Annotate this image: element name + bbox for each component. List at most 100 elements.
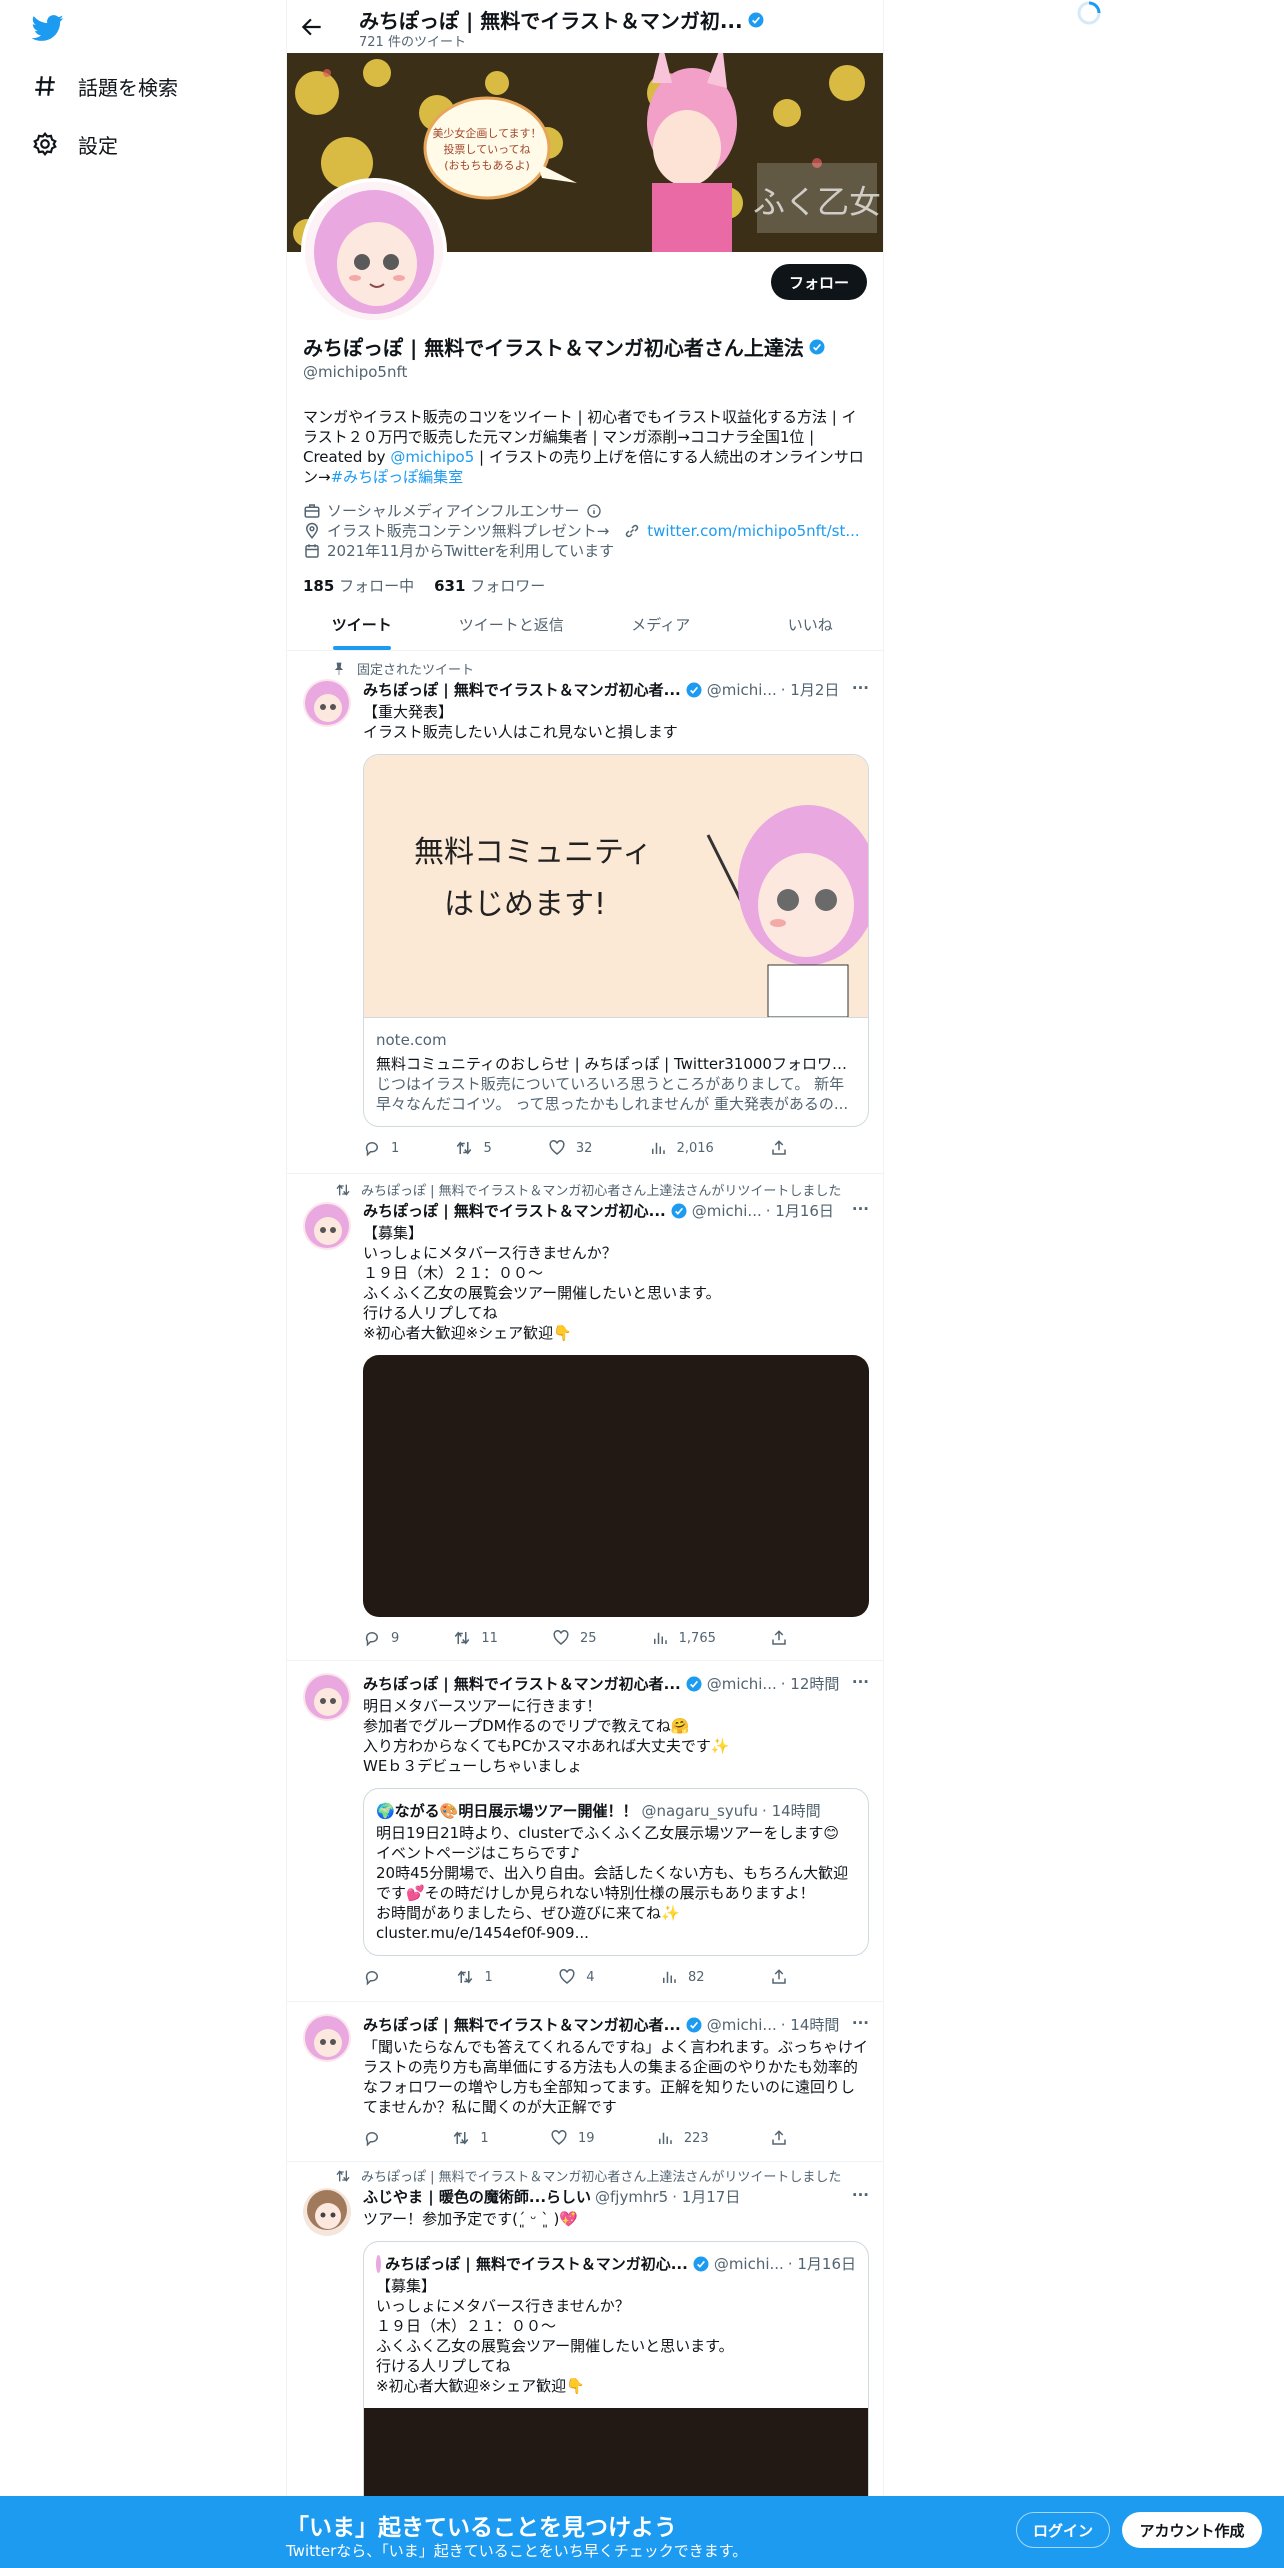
- profile-name-text: みちぽっぽ | 無料でイラスト＆マンガ初心者さん上達法: [303, 336, 804, 360]
- like-button[interactable]: 19: [550, 2129, 594, 2147]
- info-icon[interactable]: [585, 502, 603, 520]
- author-handle[interactable]: @fjymhr5: [595, 2188, 668, 2206]
- calendar-icon: [305, 544, 319, 558]
- tweet-body: みちぽっぽ | 無料でイラスト＆マンガ初心者... @michi... · 14…: [363, 2014, 869, 2147]
- author-handle[interactable]: @michi...: [707, 1675, 777, 1693]
- tweet-time[interactable]: · 12時間: [781, 1673, 840, 1694]
- header-title-text: みちぽっぽ | 無料でイラスト＆マンガ初...: [359, 9, 743, 33]
- retweet-count: 5: [483, 1140, 492, 1156]
- tweet-actions: 1 5 32 2,016: [363, 1139, 788, 1157]
- retweet-button[interactable]: 11: [453, 1629, 498, 1647]
- profile-handle: @michipo5nft: [303, 363, 408, 381]
- like-button[interactable]: 32: [548, 1139, 592, 1157]
- tweet-retweet-1[interactable]: みちぽっぽ | 無料でイラスト＆マンガ初心者さん上達法さんがリツイートしました …: [287, 1174, 883, 1661]
- followers-link[interactable]: 631 フォロワー: [434, 575, 545, 596]
- nav-settings[interactable]: 設定: [32, 124, 118, 164]
- link-card[interactable]: 無料コミュニティ はじめます! note.com 無料コミュニティのおしらせ |…: [363, 754, 869, 1127]
- quote-text: 【募集】 いっしょにメタバース行きませんか？ １９日（木）２１：００～ ふくふく…: [376, 2277, 734, 2395]
- tweet-text-only[interactable]: みちぽっぽ | 無料でイラスト＆マンガ初心者... @michi... · 14…: [287, 2002, 883, 2162]
- more-options-icon[interactable]: ···: [852, 679, 869, 697]
- tab-media[interactable]: メディア: [586, 598, 736, 650]
- joined-row: 2021年11月からTwitterを利用しています: [303, 541, 869, 561]
- tweet-time[interactable]: · 1月17日: [672, 2186, 740, 2207]
- profile-bio: マンガやイラスト販売のコツをツイート | 初心者でもイラスト収益化する方法 | …: [303, 407, 869, 487]
- share-button[interactable]: [770, 1139, 788, 1157]
- share-button[interactable]: [770, 2129, 788, 2147]
- header-title: みちぽっぽ | 無料でイラスト＆マンガ初...: [359, 5, 765, 34]
- reply-button[interactable]: [363, 1968, 391, 1986]
- tweet-quote-1[interactable]: みちぽっぽ | 無料でイラスト＆マンガ初心者... @michi... · 12…: [287, 1661, 883, 2002]
- back-arrow-icon[interactable]: [299, 14, 325, 40]
- bio-mention-link[interactable]: @michipo5: [390, 448, 474, 466]
- tweet-count: 721 件のツイート: [359, 35, 466, 50]
- login-button[interactable]: ログイン: [1016, 2512, 1110, 2548]
- reply-button[interactable]: [363, 2129, 391, 2147]
- retweet-button[interactable]: 5: [455, 1139, 492, 1157]
- author-name[interactable]: みちぽっぽ | 無料でイラスト＆マンガ初心...: [363, 1200, 666, 1221]
- more-options-icon[interactable]: ···: [852, 2014, 869, 2032]
- like-button[interactable]: 25: [552, 1629, 597, 1647]
- tweet-avatar[interactable]: [303, 679, 351, 727]
- retweet-icon: [336, 2169, 350, 2182]
- analytics-bar-icon: [662, 1971, 676, 1983]
- retweet-button[interactable]: 1: [452, 2129, 489, 2147]
- author-handle[interactable]: @michi...: [707, 681, 777, 699]
- gear-icon: [33, 131, 57, 157]
- more-options-icon[interactable]: ···: [852, 1673, 869, 1691]
- author-handle[interactable]: @michi...: [692, 1202, 762, 1220]
- views-button[interactable]: 2,016: [649, 1139, 714, 1157]
- reply-count: 1: [391, 1140, 400, 1156]
- follow-button[interactable]: フォロー: [770, 264, 867, 300]
- like-button[interactable]: 4: [558, 1968, 595, 1986]
- tweet-avatar[interactable]: [303, 2188, 351, 2236]
- location-row: イラスト販売コンテンツ無料プレゼント→ twitter.com/michipo5…: [303, 521, 869, 541]
- share-icon: [772, 2130, 786, 2145]
- like-count: 25: [580, 1630, 597, 1646]
- bio-hashtag-link[interactable]: #みちぽっぽ編集室: [331, 468, 464, 486]
- author-name[interactable]: みちぽっぽ | 無料でイラスト＆マンガ初心者...: [363, 2014, 681, 2035]
- nav-explore[interactable]: 話題を検索: [32, 66, 178, 106]
- verified-badge-icon: [671, 1203, 687, 1218]
- tweet-pinned[interactable]: 固定されたツイート みちぽっぽ | 無料でイラスト＆マンガ初心者... @mic…: [287, 651, 883, 1174]
- retweet-icon: [455, 1631, 470, 1645]
- following-link[interactable]: 185 フォロー中: [303, 575, 414, 596]
- tweet-time[interactable]: · 14時間: [781, 2014, 840, 2035]
- tab-likes[interactable]: いいね: [736, 598, 884, 650]
- card-image-line-1: 無料コミュニティ: [414, 835, 653, 870]
- pin-icon: [334, 662, 344, 675]
- verified-badge-icon: [686, 2017, 702, 2032]
- tab-tweets[interactable]: ツイート: [287, 598, 437, 650]
- author-handle[interactable]: @michi...: [707, 2016, 777, 2034]
- tweet-video[interactable]: [363, 1355, 869, 1617]
- tweet-time[interactable]: · 1月2日: [781, 679, 840, 700]
- reply-button[interactable]: 1: [363, 1139, 399, 1157]
- share-button[interactable]: [770, 1629, 788, 1647]
- author-name[interactable]: ふじやま | 暖色の魔術師...らしい: [363, 2186, 591, 2207]
- quoted-tweet[interactable]: 🌍ながる🎨明日展示場ツアー開催！！ @nagaru_syufu · 14時間 明…: [363, 1788, 869, 1956]
- tweet-text: 「聞いたらなんでも答えてくれるんですね」よく言われます。ぶっちゃけイラストの売り…: [363, 2038, 869, 2116]
- tweet-time[interactable]: · 1月16日: [766, 1200, 834, 1221]
- signup-button[interactable]: アカウント作成: [1122, 2512, 1262, 2548]
- share-button[interactable]: [770, 1968, 788, 1986]
- tweet-avatar[interactable]: [303, 1202, 351, 1250]
- tweet-header: みちぽっぽ | 無料でイラスト＆マンガ初心者... @michi... · 1月…: [363, 679, 869, 700]
- author-name[interactable]: みちぽっぽ | 無料でイラスト＆マンガ初心者...: [363, 1673, 681, 1694]
- retweet-button[interactable]: 1: [456, 1968, 493, 1986]
- login-prompt-bar: 「いま」起きていることを見つけよう Twitterなら、「いま」起きていることを…: [0, 2496, 1284, 2568]
- reply-button[interactable]: 9: [363, 1629, 399, 1647]
- profile-avatar[interactable]: [301, 178, 447, 324]
- tweet-avatar[interactable]: [303, 1673, 351, 1721]
- profile-url-link[interactable]: twitter.com/michipo5nft/st...: [647, 521, 859, 541]
- author-name[interactable]: みちぽっぽ | 無料でイラスト＆マンガ初心者...: [363, 679, 681, 700]
- views-button[interactable]: 1,765: [651, 1629, 716, 1647]
- tab-tweets-replies[interactable]: ツイートと返信: [437, 598, 587, 650]
- twitter-logo-icon[interactable]: [32, 12, 64, 44]
- views-button[interactable]: 223: [656, 2129, 709, 2147]
- more-options-icon[interactable]: ···: [852, 1200, 869, 1218]
- views-button[interactable]: 82: [660, 1968, 705, 1986]
- tweet-avatar[interactable]: [303, 2014, 351, 2062]
- more-options-icon[interactable]: ···: [852, 2186, 869, 2204]
- analytics-bar-icon: [651, 1142, 665, 1154]
- quoted-tweet[interactable]: みちぽっぽ | 無料でイラスト＆マンガ初心... @michi... · 1月1…: [363, 2241, 869, 2529]
- heart-icon: [559, 1969, 575, 1984]
